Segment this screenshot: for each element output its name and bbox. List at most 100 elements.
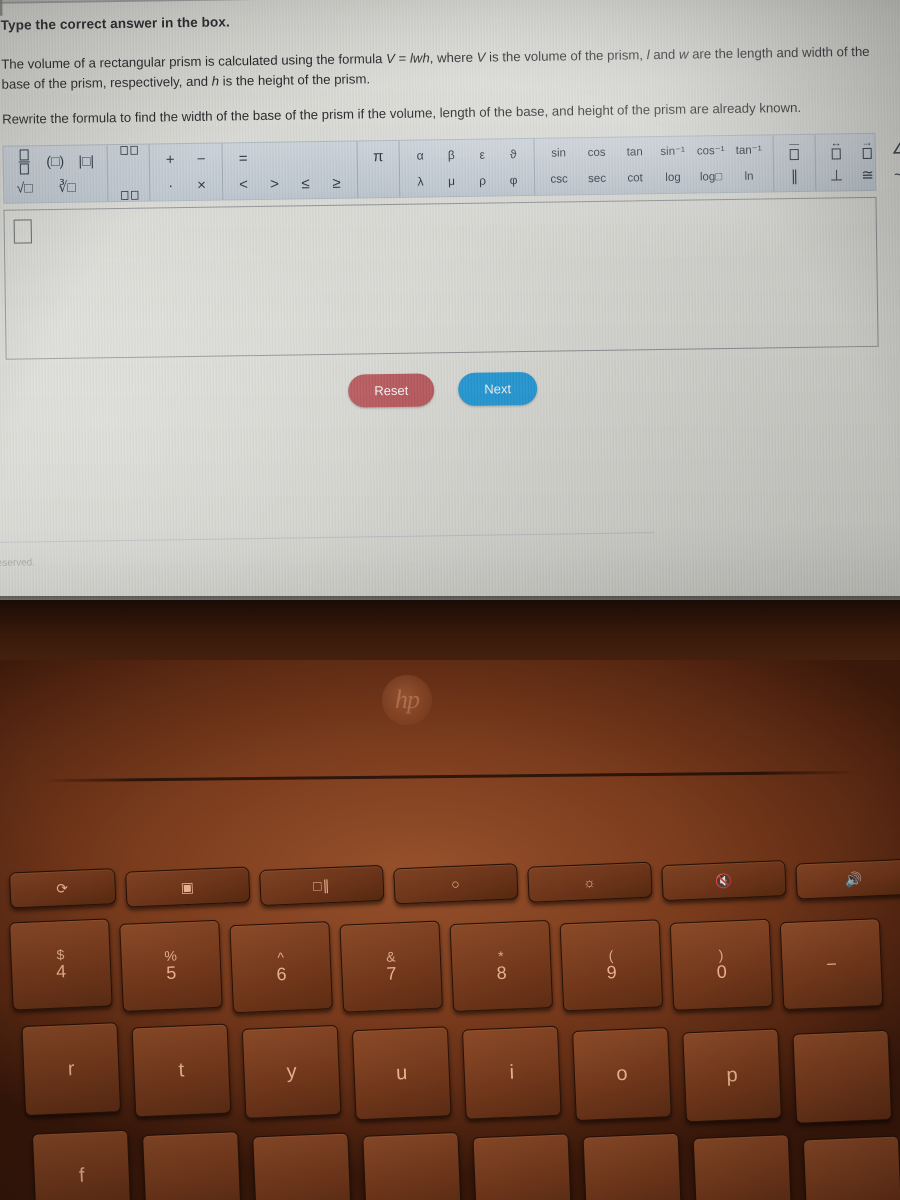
key-bracket[interactable]	[792, 1029, 893, 1124]
parallel-icon[interactable]: ∥	[779, 164, 810, 188]
key-f[interactable]: f	[31, 1129, 132, 1200]
cot-button[interactable]: cot	[616, 166, 654, 191]
key-i[interactable]: i	[461, 1025, 562, 1120]
key-9[interactable]: (9	[559, 919, 664, 1012]
similar-icon[interactable]: ~	[883, 163, 900, 187]
log-button[interactable]: log	[654, 166, 692, 191]
toolbar-row-2	[363, 169, 394, 195]
less-equal-icon[interactable]: ≤	[290, 171, 321, 195]
alpha-icon[interactable]: α	[405, 144, 436, 168]
key-semicolon[interactable]	[692, 1134, 793, 1200]
arccos-button[interactable]: cos⁻¹	[692, 139, 730, 164]
key-t[interactable]: t	[131, 1023, 232, 1118]
blank-key[interactable]: ○	[393, 863, 519, 905]
equals-icon[interactable]: =	[228, 146, 259, 170]
key-t-label: t	[178, 1058, 185, 1082]
times-icon[interactable]: ×	[186, 173, 217, 197]
laptop-keyboard: ⟳ ▣ □∥ ○ ☼ 🔇 🔊 $4 % 5 ^ 6 & 7 * 8 (9 ) 0 −	[0, 821, 900, 1200]
dot-multiply-icon[interactable]: ·	[155, 173, 186, 197]
key-y[interactable]: y	[241, 1024, 342, 1119]
refresh-key[interactable]: ⟳	[8, 868, 117, 909]
log-base-button[interactable]: log□	[692, 165, 730, 190]
display-icon: □∥	[312, 876, 331, 894]
greater-equal-icon[interactable]: ≥	[321, 171, 352, 195]
fraction-icon[interactable]	[9, 149, 40, 175]
brightness-key[interactable]: ☼	[527, 861, 653, 903]
nth-root-icon[interactable]: ∛□	[40, 175, 94, 200]
key-7-label: 7	[386, 963, 397, 984]
plus-icon[interactable]: +	[155, 147, 186, 171]
answer-cursor-placeholder[interactable]	[13, 219, 32, 244]
answer-input-box[interactable]	[3, 197, 879, 361]
square-root-icon[interactable]: √□	[9, 176, 40, 200]
superscript-icon[interactable]	[113, 146, 144, 172]
key-9-shift: (	[608, 947, 614, 964]
key-7[interactable]: & 7	[339, 920, 444, 1013]
phi-icon[interactable]: φ	[498, 168, 529, 192]
screen-icon: ▣	[180, 878, 196, 895]
key-5[interactable]: % 5	[119, 919, 223, 1012]
mu-icon[interactable]: μ	[436, 169, 467, 193]
para1-equals: =	[394, 50, 411, 66]
arcsin-button[interactable]: sin⁻¹	[654, 140, 692, 165]
question-paragraph-1: The volume of a rectangular prism is cal…	[1, 42, 874, 96]
key-j[interactable]	[362, 1131, 462, 1200]
para1-part-a: The volume of a rectangular prism is cal…	[1, 51, 387, 72]
key-0[interactable]: ) 0	[669, 918, 774, 1011]
line-segment-icon[interactable]: ↔	[820, 138, 851, 162]
overline-icon[interactable]: —	[778, 138, 809, 162]
sec-button[interactable]: sec	[578, 167, 616, 192]
key-r[interactable]: r	[21, 1022, 122, 1117]
key-g[interactable]	[142, 1131, 242, 1200]
math-equation-toolbar[interactable]: (□) |□| √□ ∛□ + − · × = < > ≤ ≥ π α β ε …	[2, 133, 900, 205]
pi-icon[interactable]: π	[363, 144, 394, 168]
reset-button[interactable]: Reset	[348, 373, 435, 409]
toolbar-row-2: ⊥ ≅ ~ •	[821, 161, 900, 189]
key-quote[interactable]	[802, 1135, 900, 1200]
refresh-icon: ⟳	[55, 879, 70, 897]
lambda-icon[interactable]: λ	[405, 170, 436, 194]
subscript-icon[interactable]	[113, 174, 144, 201]
ray-icon[interactable]: →	[851, 137, 882, 161]
key-h[interactable]	[252, 1132, 352, 1200]
parentheses-icon[interactable]: (□)	[40, 149, 71, 173]
key-8[interactable]: * 8	[449, 919, 554, 1013]
key-l[interactable]	[582, 1132, 683, 1200]
formula-lwh: lwh	[409, 50, 430, 66]
footer-divider	[0, 532, 655, 543]
toolbar-group-trig: sin cos tan sin⁻¹ cos⁻¹ tan⁻¹ csc sec co…	[534, 135, 775, 196]
ln-button[interactable]: ln	[730, 165, 768, 190]
greater-than-icon[interactable]: >	[259, 172, 290, 196]
perpendicular-icon[interactable]: ⊥	[821, 164, 852, 188]
key-k[interactable]	[472, 1133, 573, 1200]
circle-icon: ○	[450, 875, 461, 892]
csc-button[interactable]: csc	[540, 168, 578, 193]
epsilon-icon[interactable]: ε	[467, 143, 498, 167]
screen-key[interactable]: ▣	[125, 866, 251, 908]
key-minus[interactable]: −	[779, 918, 884, 1011]
absolute-value-icon[interactable]: |□|	[71, 149, 102, 173]
theta-icon[interactable]: ϑ	[498, 142, 529, 166]
cos-button[interactable]: cos	[578, 141, 616, 166]
display-key[interactable]: □∥	[259, 864, 385, 906]
minus-icon[interactable]: −	[186, 147, 217, 171]
arctan-button[interactable]: tan⁻¹	[730, 139, 768, 164]
less-than-icon[interactable]: <	[228, 172, 259, 196]
angle-icon[interactable]: ∠	[882, 137, 900, 161]
beta-icon[interactable]: β	[436, 143, 467, 167]
congruent-icon[interactable]: ≅	[852, 163, 883, 187]
mute-key[interactable]: 🔇	[661, 859, 787, 902]
key-u[interactable]: u	[351, 1026, 452, 1121]
rho-icon[interactable]: ρ	[467, 169, 498, 193]
tan-button[interactable]: tan	[616, 140, 654, 165]
key-4[interactable]: $4	[9, 918, 113, 1011]
key-o[interactable]: o	[572, 1027, 672, 1121]
toolbar-group-greek: α β ε ϑ λ μ ρ φ	[399, 139, 536, 198]
key-6[interactable]: ^ 6	[229, 921, 333, 1014]
next-button[interactable]: Next	[458, 372, 538, 407]
toolbar-row-1: π	[363, 143, 394, 169]
key-p[interactable]: p	[682, 1028, 782, 1123]
sin-button[interactable]: sin	[540, 142, 578, 167]
volume-key[interactable]: 🔊	[795, 858, 900, 900]
key-r-label: r	[67, 1057, 76, 1080]
